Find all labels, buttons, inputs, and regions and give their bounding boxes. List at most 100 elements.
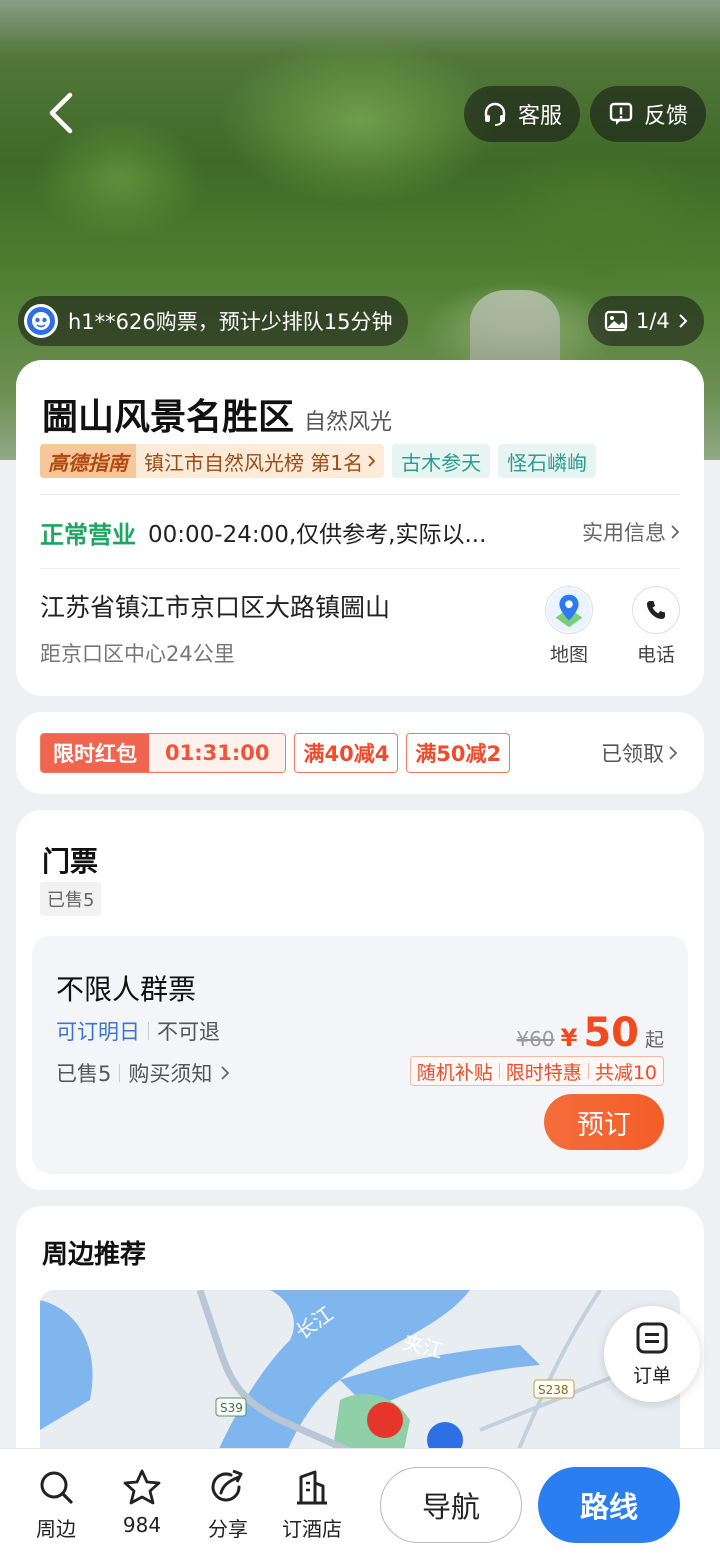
chevron-right-icon — [671, 525, 680, 539]
hours-row[interactable]: 正常营业 00:00-24:00,仅供参考,实际以... 实用信息 — [40, 512, 680, 552]
nearby-title: 周边推荐 — [42, 1240, 147, 1270]
ranking-label: 镇江市自然风光榜 第1名 — [144, 450, 364, 475]
nearby-label: 周边 — [36, 1517, 76, 1541]
promo-tag: 随机补贴 — [416, 1061, 493, 1084]
chevron-right-icon — [669, 746, 678, 760]
practical-info-link[interactable]: 实用信息 — [582, 517, 680, 547]
map-icon-circle — [545, 586, 593, 634]
coupon-deal[interactable]: 满40减4 — [294, 733, 399, 773]
chevron-right-icon — [368, 455, 376, 467]
photo-counter[interactable]: 1/4 — [588, 296, 704, 346]
hotel-button[interactable]: 订酒店 — [276, 1469, 348, 1542]
back-arrow-icon — [49, 92, 73, 134]
image-icon — [604, 310, 628, 332]
received-link[interactable]: 已领取 — [601, 738, 678, 768]
nearby-map[interactable]: 长江 夹江 S39 S238 — [40, 1290, 680, 1470]
map-pin-icon — [546, 587, 592, 633]
hotel-label: 订酒店 — [282, 1517, 342, 1541]
headset-icon — [484, 102, 506, 126]
coupon-card[interactable]: 限时红包 01:31:00 满40减4 满50减2 已领取 — [16, 712, 704, 794]
feedback-button[interactable]: 反馈 — [590, 86, 707, 142]
practical-info-label: 实用信息 — [582, 521, 666, 545]
map-button[interactable]: 地图 — [538, 586, 600, 667]
order-button[interactable]: 订单 — [604, 1306, 700, 1402]
tickets-card: 门票 已售5 不限人群票 可订明日 不可退 已售5 购买须知 ¥60 ¥ 50 … — [16, 810, 704, 1190]
bookable-date: 可订明日 — [56, 1020, 140, 1044]
divider — [40, 568, 680, 569]
promo-tag: 限时特惠 — [505, 1061, 582, 1084]
ranking-text: 镇江市自然风光榜 第1名 — [136, 444, 384, 478]
refund-policy: 不可退 — [157, 1020, 220, 1044]
feedback-icon — [609, 102, 633, 125]
poi-title: 圌山风景名胜区 — [42, 397, 295, 438]
phone-icon — [647, 601, 665, 619]
poi-distance: 距京口区中心24公里 — [40, 642, 235, 666]
ticket-sold: 已售5 — [56, 1062, 112, 1086]
chevron-right-icon — [221, 1066, 230, 1080]
customer-service-button[interactable]: 客服 — [464, 86, 581, 142]
ticket-meta: 可订明日 不可退 — [56, 1016, 220, 1046]
sold-badge: 已售5 — [40, 882, 102, 916]
poi-address: 江苏省镇江市京口区大路镇圌山 — [40, 593, 391, 622]
back-button[interactable] — [36, 88, 86, 138]
opening-hours: 00:00-24:00,仅供参考,实际以... — [148, 522, 487, 548]
received-label: 已领取 — [601, 742, 664, 766]
share-icon — [211, 1469, 243, 1502]
coupon-deal[interactable]: 满50减2 — [406, 733, 511, 773]
nearby-tab[interactable]: 周边 — [20, 1469, 92, 1542]
mascot-icon — [32, 312, 50, 330]
poi-info-card: 圌山风景名胜区 自然风光 高德指南 镇江市自然风光榜 第1名 古木参天 怪石嶙峋… — [16, 360, 704, 696]
countdown-timer: 01:31:00 — [149, 734, 286, 772]
purchase-notice-link[interactable]: 购买须知 — [128, 1058, 212, 1088]
hotel-icon — [297, 1470, 327, 1505]
price-row: ¥60 ¥ 50 起 — [516, 1010, 664, 1056]
feedback-label: 反馈 — [644, 104, 689, 129]
map-label-s39: S39 — [220, 1401, 243, 1415]
share-button[interactable]: 分享 — [192, 1469, 264, 1542]
order-icon — [636, 1322, 668, 1353]
favorite-button[interactable]: 984 — [106, 1469, 178, 1537]
red-packet-label: 限时红包 — [41, 734, 149, 772]
chevron-right-icon — [679, 314, 688, 328]
map-graphic: 长江 夹江 S39 S238 — [40, 1290, 680, 1470]
bottom-action-bar: 周边 984 分享 订酒店 导航 路线 — [0, 1448, 720, 1560]
title-row: 圌山风景名胜区 自然风光 — [42, 388, 392, 440]
search-icon — [40, 1471, 73, 1504]
phone-label: 电话 — [636, 644, 675, 666]
currency-symbol: ¥ — [560, 1024, 578, 1052]
promo-tag: 共减10 — [594, 1061, 657, 1084]
original-price: ¥60 — [516, 1027, 555, 1051]
buyer-notice: h1**626购票，预计少排队15分钟 — [18, 296, 409, 346]
buyer-notice-text: h1**626购票，预计少排队15分钟 — [68, 310, 393, 334]
favorite-count: 984 — [122, 1513, 162, 1537]
ranking-badge[interactable]: 高德指南 镇江市自然风光榜 第1名 — [40, 444, 385, 478]
route-button[interactable]: 路线 — [538, 1467, 680, 1543]
customer-service-label: 客服 — [518, 104, 563, 129]
ticket-item[interactable]: 不限人群票 可订明日 不可退 已售5 购买须知 ¥60 ¥ 50 起 随机补贴 … — [32, 936, 688, 1174]
phone-button[interactable]: 电话 — [625, 586, 687, 667]
tag-row: 高德指南 镇江市自然风光榜 第1名 古木参天 怪石嶙峋 — [40, 444, 597, 478]
separator — [148, 1022, 149, 1040]
tickets-title: 门票 — [42, 845, 99, 878]
feature-tag: 怪石嶙峋 — [498, 444, 597, 478]
ticket-name: 不限人群票 — [56, 973, 197, 1006]
buyer-avatar — [24, 304, 58, 338]
hero-path-shape — [470, 290, 560, 370]
limited-red-packet[interactable]: 限时红包 01:31:00 — [40, 733, 287, 773]
guide-logo: 高德指南 — [40, 444, 136, 478]
map-label-s238: S238 — [538, 1383, 569, 1397]
order-label: 订单 — [632, 1364, 671, 1387]
photo-counter-text: 1/4 — [636, 309, 670, 333]
map-label: 地图 — [549, 644, 588, 666]
poi-category: 自然风光 — [304, 410, 393, 435]
divider — [40, 494, 680, 495]
star-icon — [123, 1469, 161, 1505]
open-status: 正常营业 — [40, 520, 136, 549]
promo-tags: 随机补贴 限时特惠 共减10 — [409, 1056, 664, 1086]
feature-tag: 古木参天 — [392, 444, 491, 478]
navigate-button[interactable]: 导航 — [380, 1467, 522, 1543]
price-suffix: 起 — [644, 1029, 664, 1051]
ticket-sold-row: 已售5 购买须知 — [56, 1058, 230, 1088]
book-button[interactable]: 预订 — [544, 1094, 664, 1150]
ticket-price: 50 — [583, 1010, 639, 1056]
